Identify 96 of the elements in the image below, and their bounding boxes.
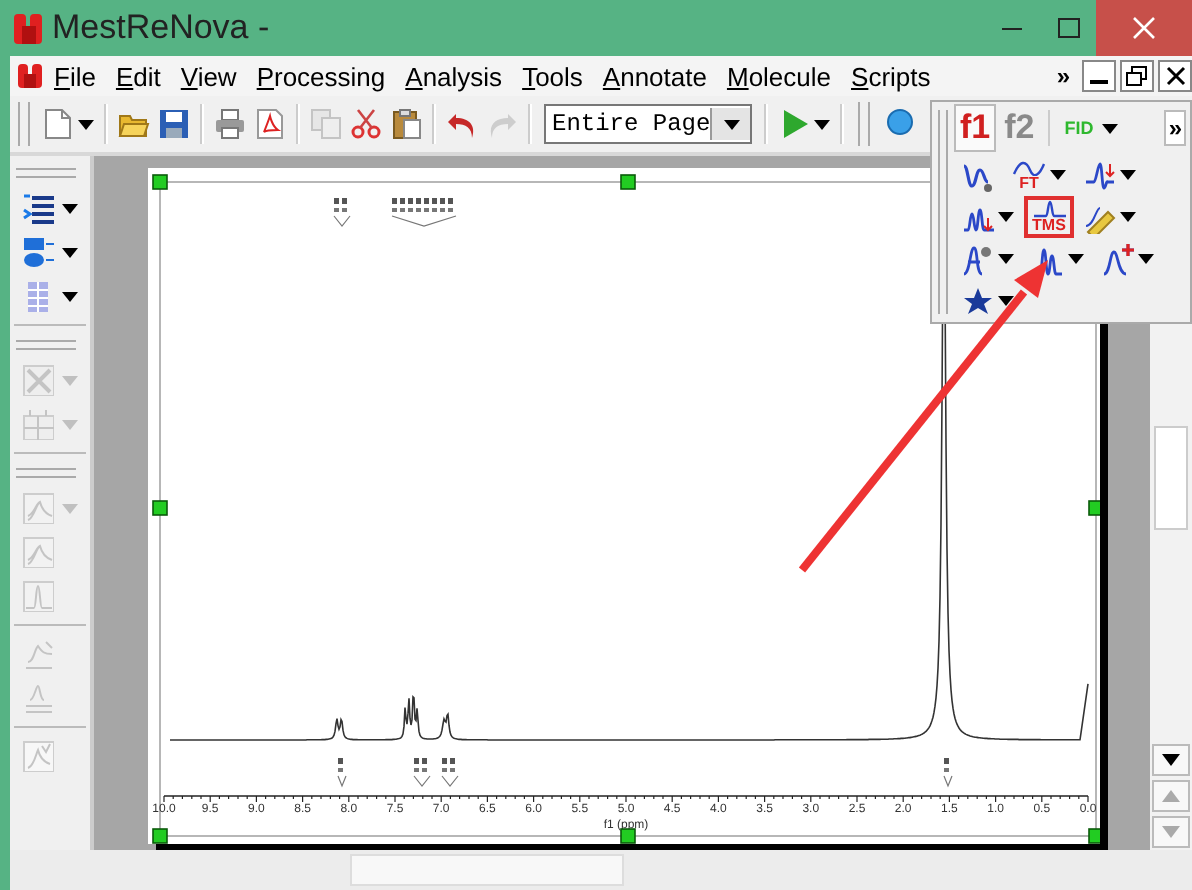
restore-icon	[1126, 66, 1148, 86]
peak-label-drawing	[333, 198, 351, 227]
caret-icon	[1050, 170, 1066, 180]
maximize-icon	[1057, 18, 1079, 38]
wave-icon	[962, 159, 994, 191]
printer-button[interactable]	[210, 104, 250, 144]
window-title: MestReNova -	[52, 8, 270, 48]
search-icon	[882, 108, 914, 140]
tms-tool-button[interactable]: TMS	[1024, 196, 1074, 238]
restore-button[interactable]	[1120, 60, 1154, 92]
list-button[interactable]	[18, 190, 82, 226]
deconvolution-icon	[1102, 243, 1134, 275]
caret-icon	[62, 419, 78, 429]
peak-pick-icon	[1084, 201, 1116, 233]
caret-icon	[998, 254, 1014, 264]
view-dropdown[interactable]: Entire Page	[544, 104, 752, 144]
menu-item[interactable]: Tools	[512, 61, 593, 91]
pdf-icon	[254, 108, 286, 140]
caret-icon	[1101, 123, 1118, 133]
peak-label-drawing	[391, 198, 457, 227]
list-icon	[22, 192, 54, 224]
caret-icon	[1138, 254, 1154, 264]
multiplet-icon	[962, 243, 994, 275]
peak-plot-icon	[22, 580, 54, 612]
cross-icon	[22, 364, 54, 396]
wave-icon	[1012, 158, 1046, 176]
caret-icon	[62, 247, 78, 257]
scrollbar-thumb[interactable]	[1154, 426, 1188, 530]
minimize-icon	[1090, 80, 1108, 84]
resize-handle[interactable]	[152, 828, 168, 844]
scroll-down-icon	[1162, 826, 1180, 838]
stacked-plot-icon	[22, 492, 54, 524]
close-icon	[1132, 16, 1156, 40]
menu-item[interactable]: Edit	[105, 61, 171, 91]
clipboard-icon	[390, 108, 422, 140]
close-icon	[1165, 66, 1185, 86]
play-icon	[778, 108, 810, 140]
tool-label: FT	[1019, 176, 1039, 192]
menu-item[interactable]: Annotate	[592, 61, 717, 91]
tool-label: TMS	[1032, 218, 1066, 234]
caret-icon	[998, 212, 1014, 222]
shapes-icon	[22, 236, 54, 268]
floppy-disk-button[interactable]	[154, 104, 194, 144]
caret-icon	[723, 119, 740, 129]
caret-icon	[62, 375, 78, 385]
dropdown-button[interactable]	[1152, 744, 1190, 776]
menu-item[interactable]: Scripts	[841, 61, 941, 91]
integral-label-drawing	[337, 758, 459, 788]
dropdown-icon	[1162, 754, 1180, 766]
ft-tool-button[interactable]: FT	[1004, 154, 1074, 196]
matrix-icon	[22, 408, 54, 440]
menu-item[interactable]: Processing	[246, 61, 396, 91]
caret-icon	[62, 203, 78, 213]
resize-handle[interactable]	[620, 828, 636, 844]
printer-icon	[214, 108, 246, 140]
shapes-button[interactable]	[18, 234, 82, 270]
menu-item[interactable]: Analysis	[395, 61, 513, 91]
menu-item[interactable]: File	[44, 61, 106, 91]
resize-handle[interactable]	[152, 174, 168, 190]
caret-icon	[1068, 254, 1084, 264]
close-button[interactable]	[1158, 60, 1192, 92]
caret-icon	[62, 503, 78, 513]
integral-label-drawing	[943, 758, 953, 788]
toolbar-overflow[interactable]: »	[1164, 110, 1186, 146]
app-logo-icon	[16, 60, 44, 92]
copy-icon	[310, 108, 342, 140]
resize-handle[interactable]	[152, 500, 168, 516]
redo-icon	[486, 108, 518, 140]
stacked-plot-icon	[22, 740, 54, 772]
menu-overflow[interactable]: »	[1056, 62, 1070, 90]
scale-icon	[22, 682, 54, 714]
caret-icon	[78, 119, 94, 129]
menu-item[interactable]: View	[170, 61, 247, 91]
scissors-button[interactable]	[346, 104, 386, 144]
phase-icon	[1084, 159, 1116, 191]
resize-handle[interactable]	[1088, 828, 1100, 844]
dimension-tab[interactable]: f1	[954, 104, 997, 152]
menu-item[interactable]: Molecule	[716, 61, 842, 91]
resize-handle[interactable]	[1088, 500, 1100, 516]
stacked-plot-icon	[22, 536, 54, 568]
scrollbar-thumb[interactable]	[350, 854, 624, 886]
star-icon	[962, 285, 994, 317]
page-icon	[42, 108, 74, 140]
app-logo-icon	[12, 8, 44, 48]
scissors-icon	[350, 108, 382, 140]
scroll-up-icon	[1162, 790, 1180, 802]
resize-handle[interactable]	[620, 174, 636, 190]
caret-icon	[1120, 212, 1136, 222]
grid-icon	[22, 280, 54, 312]
curve-fit-icon	[22, 638, 54, 670]
peak-icon	[1032, 200, 1066, 218]
caret-icon	[62, 291, 78, 301]
caret-icon	[814, 119, 830, 129]
caret-icon	[998, 296, 1014, 306]
minimize-button[interactable]	[1082, 60, 1116, 92]
caret-icon	[1120, 170, 1136, 180]
